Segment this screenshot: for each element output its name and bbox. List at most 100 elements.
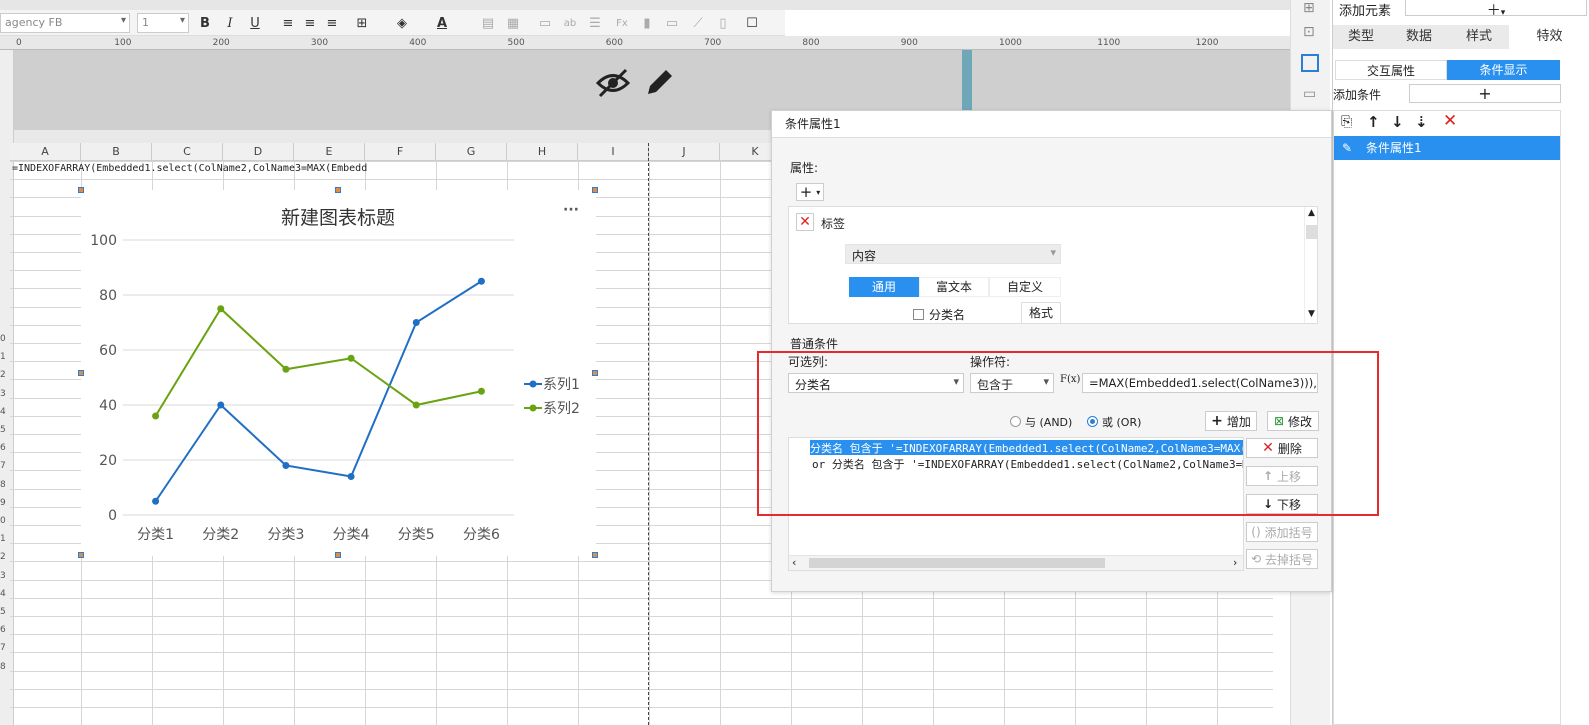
row-header[interactable]: 7 — [0, 461, 6, 471]
delete-icon[interactable]: ✕ — [1443, 111, 1457, 131]
column-header[interactable]: H — [507, 143, 578, 161]
column-header[interactable]: F — [365, 143, 436, 161]
insert-table-icon[interactable]: ▦ — [503, 13, 523, 33]
align-center-icon[interactable]: ≡ — [300, 13, 320, 33]
column-header[interactable]: B — [81, 143, 152, 161]
border-style-icon[interactable]: ☐ — [742, 13, 762, 33]
category-name-checkbox[interactable] — [913, 309, 924, 320]
scroll-left-icon[interactable]: ‹ — [792, 556, 796, 569]
align-left-icon[interactable]: ≡ — [278, 13, 298, 33]
row-header[interactable]: 3 — [0, 571, 6, 581]
operator-select[interactable]: 包含于 ▾ — [970, 373, 1054, 393]
property-scrollbar[interactable]: ▲ ▼ — [1304, 207, 1318, 323]
add-element-button[interactable]: ＋▾ — [1405, 0, 1587, 19]
resize-handle[interactable] — [78, 370, 84, 376]
condition-line-selected[interactable]: 分类名 包含于 '=INDEXOFARRAY(Embedded1.select(… — [810, 440, 1243, 455]
row-header[interactable]: 0 — [0, 516, 6, 526]
remove-bracket-button[interactable]: ⟲ 去掉括号 — [1246, 549, 1318, 569]
row-header[interactable]: 8 — [0, 662, 6, 672]
and-radio[interactable] — [1010, 416, 1021, 427]
formula-icon[interactable]: Fx — [612, 13, 632, 33]
fill-color-icon[interactable]: ◈ — [392, 13, 412, 33]
format-button[interactable]: 格式 — [1021, 302, 1061, 324]
row-header[interactable]: 4 — [0, 407, 6, 417]
border-icon[interactable]: ⊞ — [352, 13, 372, 33]
row-header[interactable]: 6 — [0, 625, 6, 635]
row-header[interactable]: 8 — [0, 480, 6, 490]
row-header[interactable]: 9 — [0, 498, 6, 508]
row-header[interactable]: 5 — [0, 425, 6, 435]
row-header[interactable]: 5 — [0, 607, 6, 617]
tab-effects[interactable]: 特效 — [1509, 25, 1589, 49]
copy-icon[interactable]: ⎘ — [1341, 114, 1352, 130]
move-bottom-icon[interactable]: ⇣ — [1415, 113, 1428, 131]
resize-handle[interactable] — [78, 187, 84, 193]
column-header[interactable]: C — [152, 143, 223, 161]
scroll-right-icon[interactable]: › — [1233, 556, 1237, 569]
tab-general[interactable]: 通用 — [849, 277, 919, 297]
chart-icon[interactable]: ▮ — [637, 13, 657, 33]
widget-icon[interactable]: ⊡ — [1303, 24, 1315, 40]
arrow-up-icon[interactable]: ↑ — [1367, 113, 1380, 131]
scroll-up-icon[interactable]: ▲ — [1308, 208, 1315, 218]
row-header[interactable]: 1 — [0, 352, 6, 362]
row-header[interactable]: 2 — [0, 370, 6, 380]
line-chart[interactable]: 新建图表标题 ··· 0 20 40 60 80 100 分类1 分类2 分类3 分类4 分类5 分类6 系… — [81, 190, 596, 556]
row-header[interactable]: 0 — [0, 334, 6, 344]
horizontal-scrollbar[interactable]: ‹ › — [789, 555, 1243, 570]
formula-input[interactable]: =MAX(Embedded1.select(ColName3))),1) — [1082, 373, 1318, 393]
resize-handle[interactable] — [335, 187, 341, 193]
add-condition-button[interactable]: + — [1409, 84, 1561, 103]
row-header[interactable]: 1 — [0, 534, 6, 544]
font-size-select[interactable]: 1 ▾ — [137, 13, 189, 33]
dropdown-widget-icon[interactable]: ▭ — [1303, 86, 1316, 102]
row-header[interactable]: 6 — [0, 443, 6, 453]
underline-icon[interactable]: U — [245, 13, 265, 33]
formula-fx-icon[interactable]: F(x) — [1060, 374, 1080, 385]
insert-row-icon[interactable]: ▤ — [478, 13, 498, 33]
resize-handle[interactable] — [592, 370, 598, 376]
tab-data[interactable]: 数据 — [1389, 25, 1449, 49]
resize-handle[interactable] — [335, 552, 341, 558]
row-header[interactable]: 7 — [0, 643, 6, 653]
tab-custom[interactable]: 自定义 — [989, 277, 1061, 297]
content-select[interactable]: 内容 ▾ — [845, 244, 1061, 264]
hide-icon[interactable] — [594, 68, 632, 98]
list-icon[interactable]: ☰ — [585, 13, 605, 33]
add-property-button[interactable]: + ▾ — [796, 183, 824, 201]
formula-cell[interactable]: =INDEXOFARRAY(Embedded1.select(ColName2,… — [12, 163, 372, 177]
align-right-icon[interactable]: ≡ — [322, 13, 342, 33]
image-icon[interactable]: ▭ — [662, 13, 682, 33]
scroll-down-icon[interactable]: ▼ — [1308, 309, 1315, 319]
arrow-down-icon[interactable]: ↓ — [1391, 113, 1404, 131]
add-bracket-button[interactable]: () 添加括号 — [1246, 522, 1318, 542]
text-icon[interactable]: ab — [560, 13, 580, 33]
column-header[interactable]: I — [578, 143, 649, 161]
modify-button[interactable]: ⊠ 修改 — [1267, 411, 1319, 431]
merge-icon[interactable]: ▭ — [535, 13, 555, 33]
row-header[interactable]: 3 — [0, 389, 6, 399]
frame-icon[interactable] — [1301, 54, 1319, 72]
resize-handle[interactable] — [592, 552, 598, 558]
scroll-thumb[interactable] — [809, 558, 1105, 568]
condition-lines-box[interactable]: 分类名 包含于 '=INDEXOFARRAY(Embedded1.select(… — [788, 437, 1244, 571]
font-color-icon[interactable]: A — [432, 13, 452, 33]
move-up-button[interactable]: ↑ 上移 — [1246, 466, 1318, 486]
subtab-interaction[interactable]: 交互属性 — [1335, 60, 1447, 80]
column-header[interactable]: E — [294, 143, 365, 161]
resize-handle[interactable] — [592, 187, 598, 193]
subtab-condition-display[interactable]: 条件显示 — [1447, 60, 1560, 80]
column-header[interactable]: J — [649, 143, 720, 161]
edit-icon[interactable] — [644, 66, 676, 98]
condition-line[interactable]: or 分类名 包含于 '=INDEXOFARRAY(Embedded1.sele… — [812, 456, 1243, 472]
line-icon[interactable]: ⟋ — [688, 13, 708, 33]
condition-item[interactable]: ✎ 条件属性1 — [1334, 136, 1560, 160]
column-header[interactable]: D — [223, 143, 294, 161]
layout-icon[interactable]: ⊞ — [1303, 0, 1315, 16]
font-family-select[interactable]: agency FB ▾ — [0, 13, 130, 33]
resize-handle[interactable] — [78, 552, 84, 558]
scroll-thumb[interactable] — [1306, 225, 1318, 239]
row-header[interactable]: 2 — [0, 552, 6, 562]
italic-icon[interactable]: I — [220, 13, 240, 33]
row-header[interactable]: 4 — [0, 589, 6, 599]
